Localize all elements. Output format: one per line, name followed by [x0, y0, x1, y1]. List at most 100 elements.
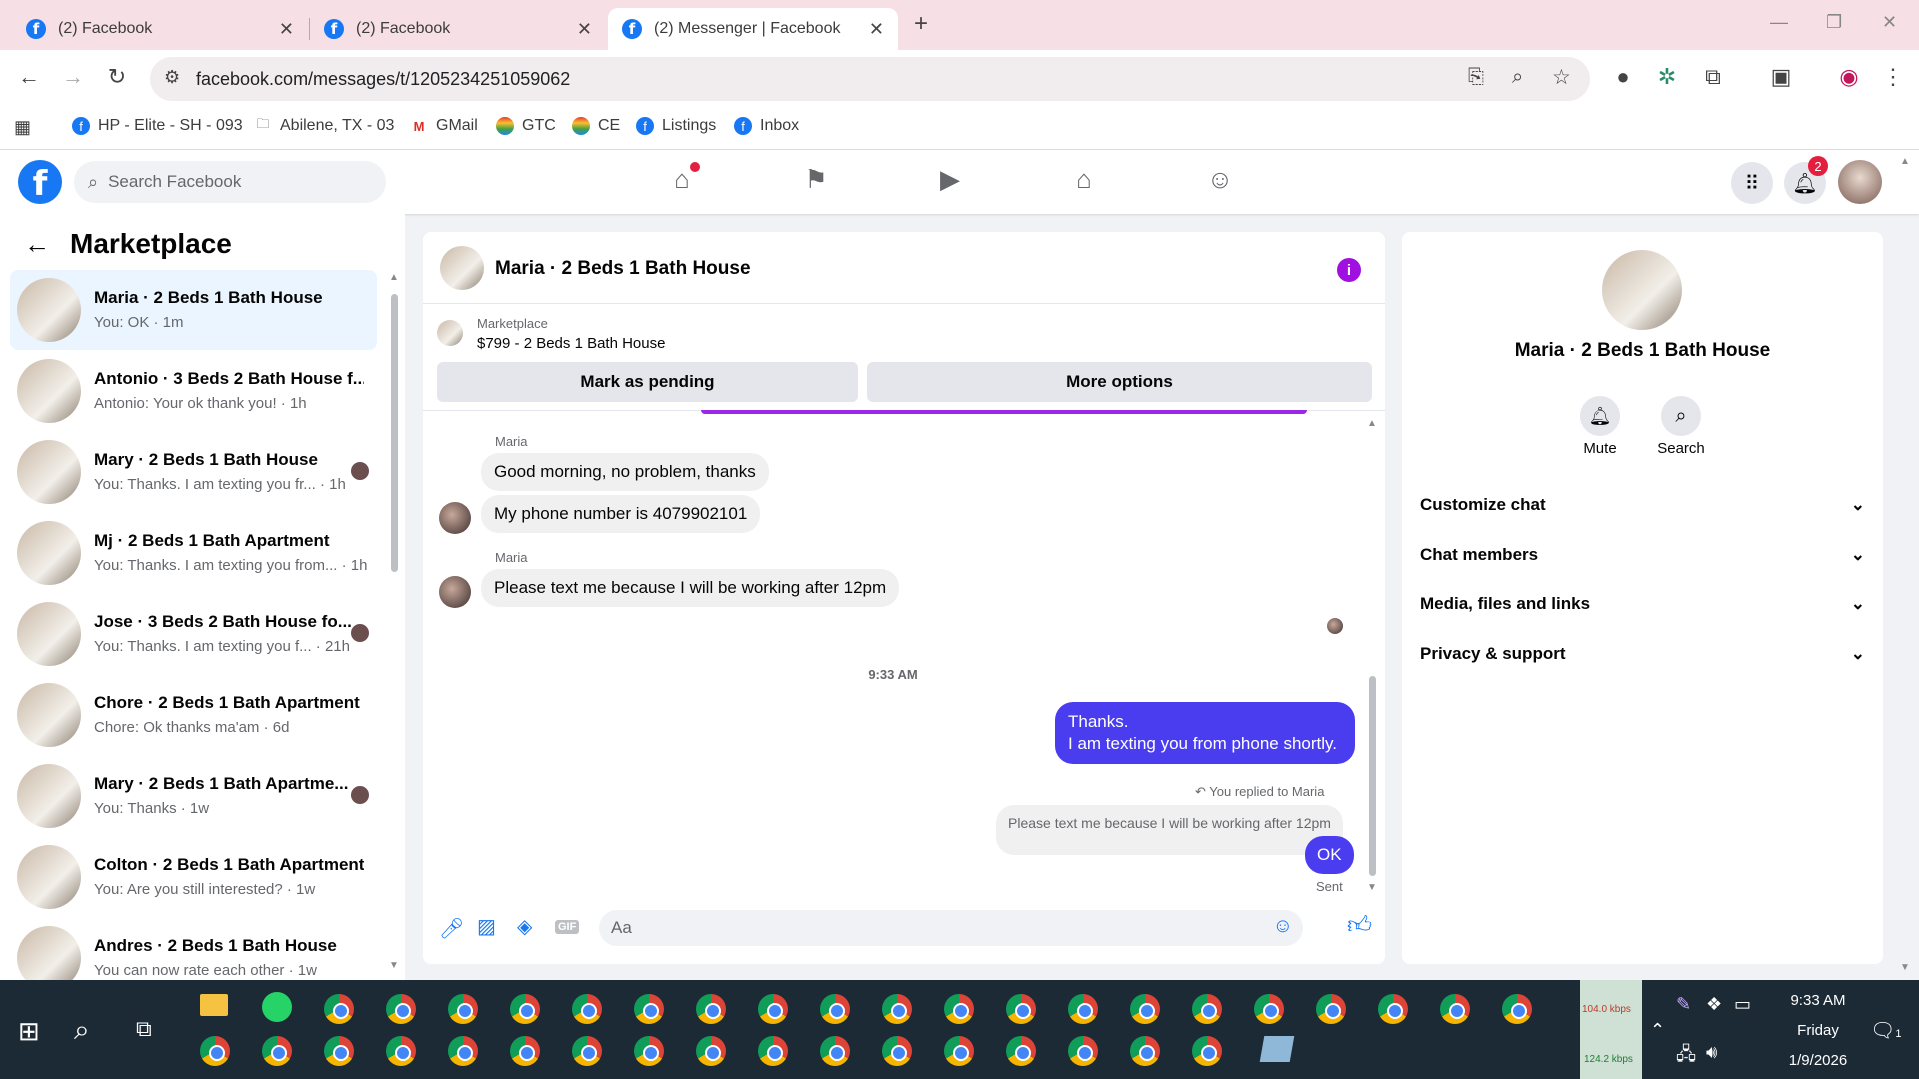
chrome-icon[interactable]	[510, 994, 540, 1024]
avatar[interactable]	[1838, 160, 1882, 204]
search-input[interactable]: ⌕ Search Facebook	[74, 161, 386, 203]
avatar[interactable]	[440, 246, 484, 290]
conversation-item[interactable]: Andres · 2 Beds 1 Bath House You can now …	[10, 918, 377, 980]
chrome-icon[interactable]	[1192, 1036, 1222, 1066]
chat-members-row[interactable]: Chat members ⌄	[1420, 545, 1865, 565]
clock-date[interactable]: 1/9/2026	[1766, 1052, 1870, 1069]
back-arrow-icon[interactable]: ←	[24, 229, 50, 260]
message-bubble[interactable]: Please text me because I will be working…	[481, 569, 900, 607]
avatar[interactable]	[439, 576, 471, 608]
minimize-icon[interactable]: —	[1770, 12, 1788, 33]
conversation-item[interactable]: Mary · 2 Beds 1 Bath Apartme... You: Than…	[10, 756, 377, 836]
quoted-message[interactable]: Please text me because I will be working…	[996, 805, 1343, 855]
message-bubble[interactable]: My phone number is 4079902101	[481, 495, 761, 533]
groups-icon[interactable]: ☺	[1200, 164, 1240, 200]
pages-flag-icon[interactable]: ⚑	[796, 164, 836, 200]
browser-tab-active[interactable]: f (2) Messenger | Facebook ✕	[608, 8, 898, 50]
close-icon[interactable]: ✕	[869, 19, 884, 40]
page-scroll-down-icon[interactable]: ▼	[1900, 962, 1910, 973]
reload-icon[interactable]: ↻	[102, 64, 132, 90]
install-icon[interactable]: ⎘	[1468, 66, 1484, 89]
search-icon[interactable]: ⌕	[1661, 396, 1701, 436]
extensions-puzzle-icon[interactable]: ⧉	[1698, 64, 1728, 90]
zoom-icon[interactable]: ⌕	[1512, 66, 1523, 89]
reading-list-icon[interactable]: ▣	[1766, 64, 1796, 90]
network-icon[interactable]: 🖧︎	[1676, 1042, 1696, 1072]
search-icon[interactable]: ⌕	[74, 1014, 90, 1047]
menu-grid-icon[interactable]: ⠿	[1731, 162, 1773, 204]
message-input[interactable]: Aa ☺	[599, 910, 1303, 946]
chrome-icon[interactable]	[200, 1036, 230, 1066]
facebook-logo-icon[interactable]: f	[18, 160, 62, 204]
chrome-icon[interactable]	[1192, 994, 1222, 1024]
chrome-icon[interactable]	[324, 994, 354, 1024]
back-icon[interactable]: ←	[14, 64, 44, 90]
chrome-icon[interactable]	[572, 994, 602, 1024]
bookmark-item[interactable]: f Inbox	[734, 117, 799, 135]
chrome-icon[interactable]	[944, 1036, 974, 1066]
windows-start-icon[interactable]: ⊞	[18, 1016, 40, 1047]
chrome-icon[interactable]	[324, 1036, 354, 1066]
photo-icon[interactable]: ▨	[477, 914, 496, 939]
forward-icon[interactable]: →	[58, 64, 88, 90]
avatar[interactable]	[1602, 250, 1682, 330]
scrollbar[interactable]: ▲ ▼	[389, 272, 399, 972]
chrome-icon[interactable]	[262, 1036, 292, 1066]
more-options-button[interactable]: More options	[867, 362, 1372, 402]
bookmark-item[interactable]: f HP - Elite - SH - 093	[72, 117, 243, 135]
bookmark-item[interactable]: GTC	[496, 117, 556, 135]
page-scroll-up-icon[interactable]: ▲	[1900, 156, 1910, 167]
browser-tab[interactable]: f (2) Facebook ✕	[12, 8, 308, 50]
volume-icon[interactable]: 🔊︎	[1706, 1042, 1717, 1063]
pen-icon[interactable]: ✎	[1676, 994, 1691, 1015]
chrome-icon[interactable]	[758, 994, 788, 1024]
bookmark-star-icon[interactable]: ☆	[1552, 65, 1571, 90]
profile-icon[interactable]: ◉	[1834, 64, 1864, 90]
bookmark-item[interactable]: CE	[572, 117, 620, 135]
close-icon[interactable]: ✕	[279, 19, 294, 40]
chrome-icon[interactable]	[820, 994, 850, 1024]
chrome-icon[interactable]	[944, 994, 974, 1024]
avatar[interactable]	[439, 502, 471, 534]
chrome-icon[interactable]	[1316, 994, 1346, 1024]
privacy-support-row[interactable]: Privacy & support ⌄	[1420, 644, 1865, 664]
chrome-icon[interactable]	[1502, 994, 1532, 1024]
chrome-icon[interactable]	[882, 994, 912, 1024]
chrome-icon[interactable]	[820, 1036, 850, 1066]
bookmark-folder[interactable]: 🗀 Abilene, TX - 03	[254, 116, 394, 135]
my-message-bubble[interactable]: Thanks. I am texting you from phone short…	[1055, 702, 1355, 764]
search-label[interactable]: Search	[1651, 440, 1711, 457]
gif-icon[interactable]: GIF	[555, 920, 580, 934]
conversation-item[interactable]: Jose · 3 Beds 2 Bath House fo... You: Tha…	[10, 594, 377, 674]
clock-day[interactable]: Friday	[1766, 1022, 1870, 1039]
mute-label[interactable]: Mute	[1570, 440, 1630, 457]
app-icon[interactable]	[1259, 1036, 1295, 1062]
chrome-icon[interactable]	[882, 1036, 912, 1066]
chrome-icon[interactable]	[1254, 994, 1284, 1024]
chrome-icon[interactable]	[1130, 994, 1160, 1024]
chrome-icon[interactable]	[1130, 1036, 1160, 1066]
conversation-item[interactable]: Colton · 2 Beds 1 Bath Apartment You: Are…	[10, 837, 377, 917]
bookmark-item[interactable]: f Listings	[636, 117, 716, 135]
customize-chat-row[interactable]: Customize chat ⌄	[1420, 495, 1865, 515]
window-close-icon[interactable]: ✕	[1882, 12, 1897, 33]
chrome-icon[interactable]	[1068, 994, 1098, 1024]
sticker-icon[interactable]: ◈	[517, 914, 532, 939]
chrome-icon[interactable]	[510, 1036, 540, 1066]
browser-tab[interactable]: f (2) Facebook ✕	[310, 8, 606, 50]
chrome-icon[interactable]	[634, 1036, 664, 1066]
chrome-icon[interactable]	[634, 994, 664, 1024]
chevron-up-icon[interactable]: ⌃	[1650, 1020, 1665, 1041]
restore-icon[interactable]: ❐	[1826, 12, 1842, 33]
file-explorer-icon[interactable]	[200, 994, 228, 1016]
whatsapp-icon[interactable]	[262, 992, 292, 1022]
mute-bell-icon[interactable]: 🔔︎	[1580, 396, 1620, 436]
bookmark-item[interactable]: M GMail	[410, 117, 478, 135]
home-icon[interactable]: ⌂	[662, 162, 702, 200]
chrome-icon[interactable]	[1068, 1036, 1098, 1066]
chrome-icon[interactable]	[1440, 994, 1470, 1024]
menu-dots-icon[interactable]: ⋮	[1878, 64, 1908, 90]
conversation-item[interactable]: Antonio · 3 Beds 2 Bath House f... Antoni…	[10, 351, 377, 431]
scrollbar[interactable]: ▲ ▼	[1367, 418, 1377, 894]
message-bubble[interactable]: Good morning, no problem, thanks	[481, 453, 769, 491]
